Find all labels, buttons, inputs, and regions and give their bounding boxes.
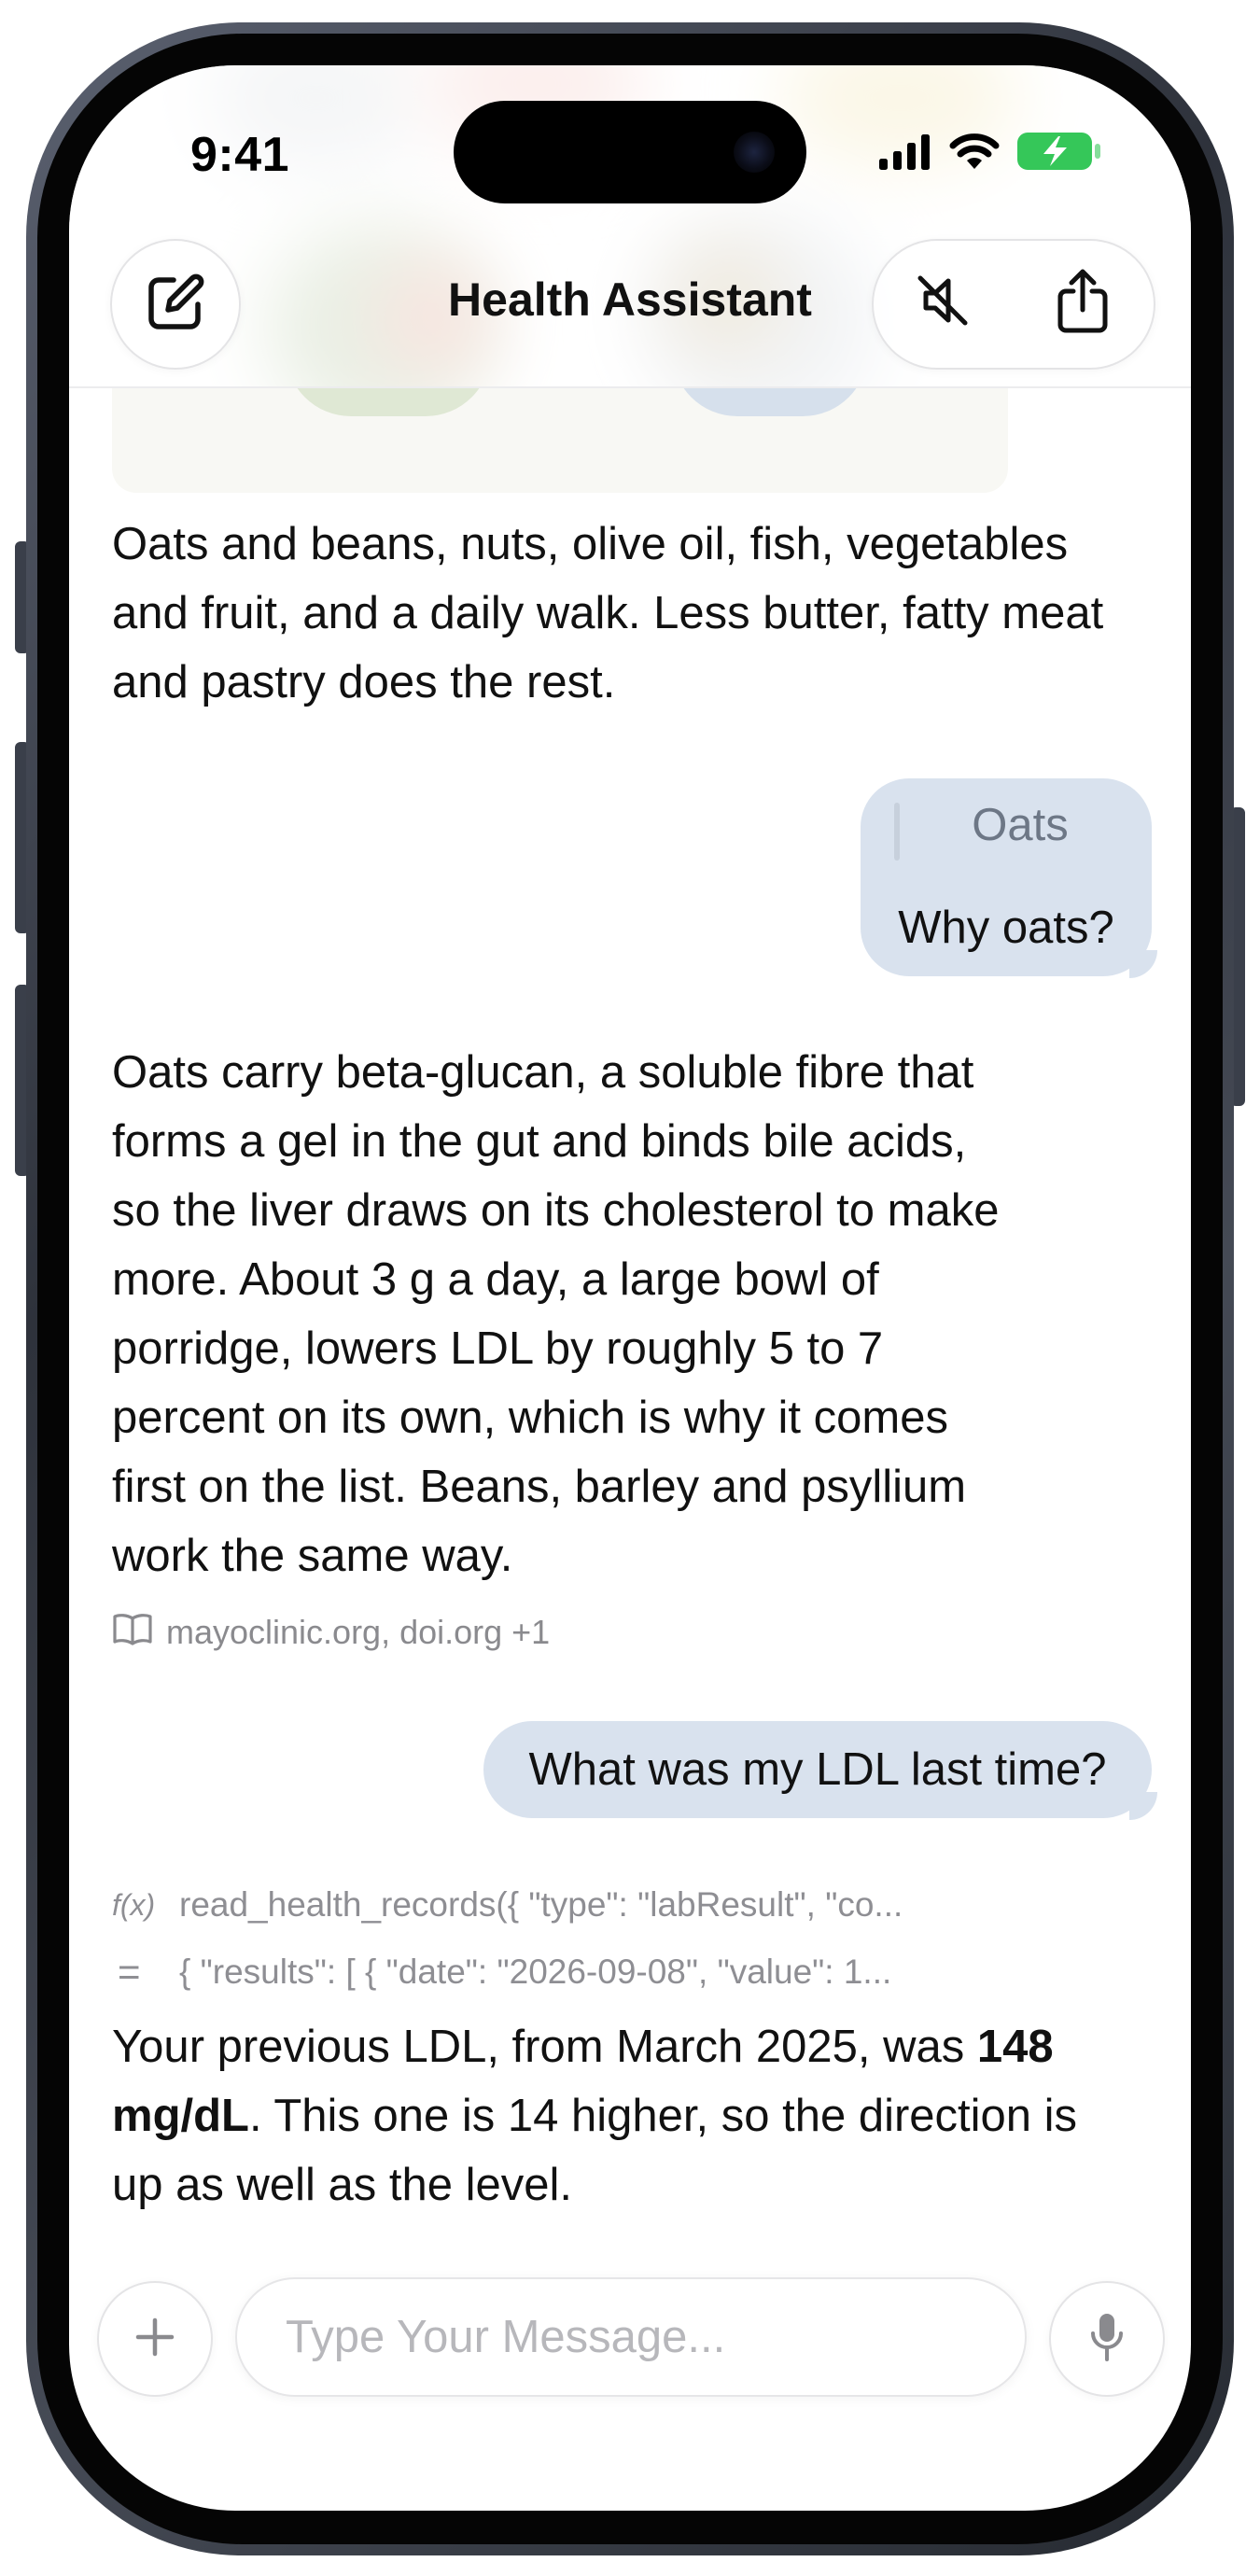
- battery-charging-icon: [1015, 131, 1103, 176]
- microphone-icon: [1088, 2311, 1126, 2368]
- quoted-text: Oats: [972, 800, 1069, 850]
- share-icon: [1053, 267, 1113, 339]
- assistant-message: Your previous LDL, from March 2025, was …: [112, 2012, 1083, 2219]
- assistant-message: Oats and beans, nuts, olive oil, fish, v…: [112, 519, 1104, 707]
- sources-link[interactable]: mayoclinic.org, doi.org +1: [112, 1609, 550, 1656]
- assistant-text-part: . This one is 14 higher, so the directio…: [112, 2091, 1078, 2210]
- microphone-button[interactable]: [1049, 2281, 1165, 2397]
- phone-screen: 9:41 Health Assistant Oats and beans, nu…: [69, 65, 1191, 2511]
- message-input-field[interactable]: [235, 2277, 1027, 2397]
- equals-icon: =: [118, 1950, 141, 1994]
- add-attachment-button[interactable]: [97, 2281, 213, 2397]
- share-button[interactable]: [1030, 252, 1135, 353]
- cellular-signal-icon: [877, 133, 933, 175]
- plus-icon: [133, 2315, 177, 2364]
- wifi-icon: [948, 132, 1001, 175]
- status-icons: [877, 131, 1103, 176]
- food-image-card[interactable]: [112, 388, 1008, 493]
- tool-result-text: { "results": [ { "date": "2026-09-08", "…: [179, 1953, 892, 1991]
- sources-text: mayoclinic.org, doi.org +1: [166, 1613, 551, 1651]
- message-input[interactable]: [284, 2310, 1025, 2364]
- assistant-text-part: Your previous LDL, from March 2025, was: [112, 2022, 977, 2072]
- function-icon: f(x): [112, 1887, 156, 1922]
- user-message-text: What was my LDL last time?: [528, 1744, 1107, 1795]
- tool-call-text: read_health_records({ "type": "labResult…: [179, 1885, 903, 1924]
- speaker-muted-icon: [913, 271, 973, 335]
- tool-call-line[interactable]: f(x) read_health_records({ "type": "labR…: [112, 1882, 903, 1928]
- tool-result-line[interactable]: = { "results": [ { "date": "2026-09-08",…: [112, 1949, 891, 1995]
- user-message-text: Why oats?: [898, 903, 1114, 953]
- bubble-tail: [1129, 1792, 1157, 1820]
- mute-button[interactable]: [890, 252, 995, 353]
- dynamic-island: [454, 101, 806, 203]
- assistant-message: Oats carry beta-glucan, a soluble fibre …: [112, 1047, 1000, 1581]
- front-camera: [734, 132, 775, 173]
- user-message-bubble: What was my LDL last time?: [483, 1721, 1157, 1820]
- user-message-bubble: Oats Why oats?: [861, 778, 1157, 978]
- bubble-tail: [1129, 950, 1157, 978]
- status-time: 9:41: [190, 128, 290, 182]
- book-icon: [112, 1612, 153, 1654]
